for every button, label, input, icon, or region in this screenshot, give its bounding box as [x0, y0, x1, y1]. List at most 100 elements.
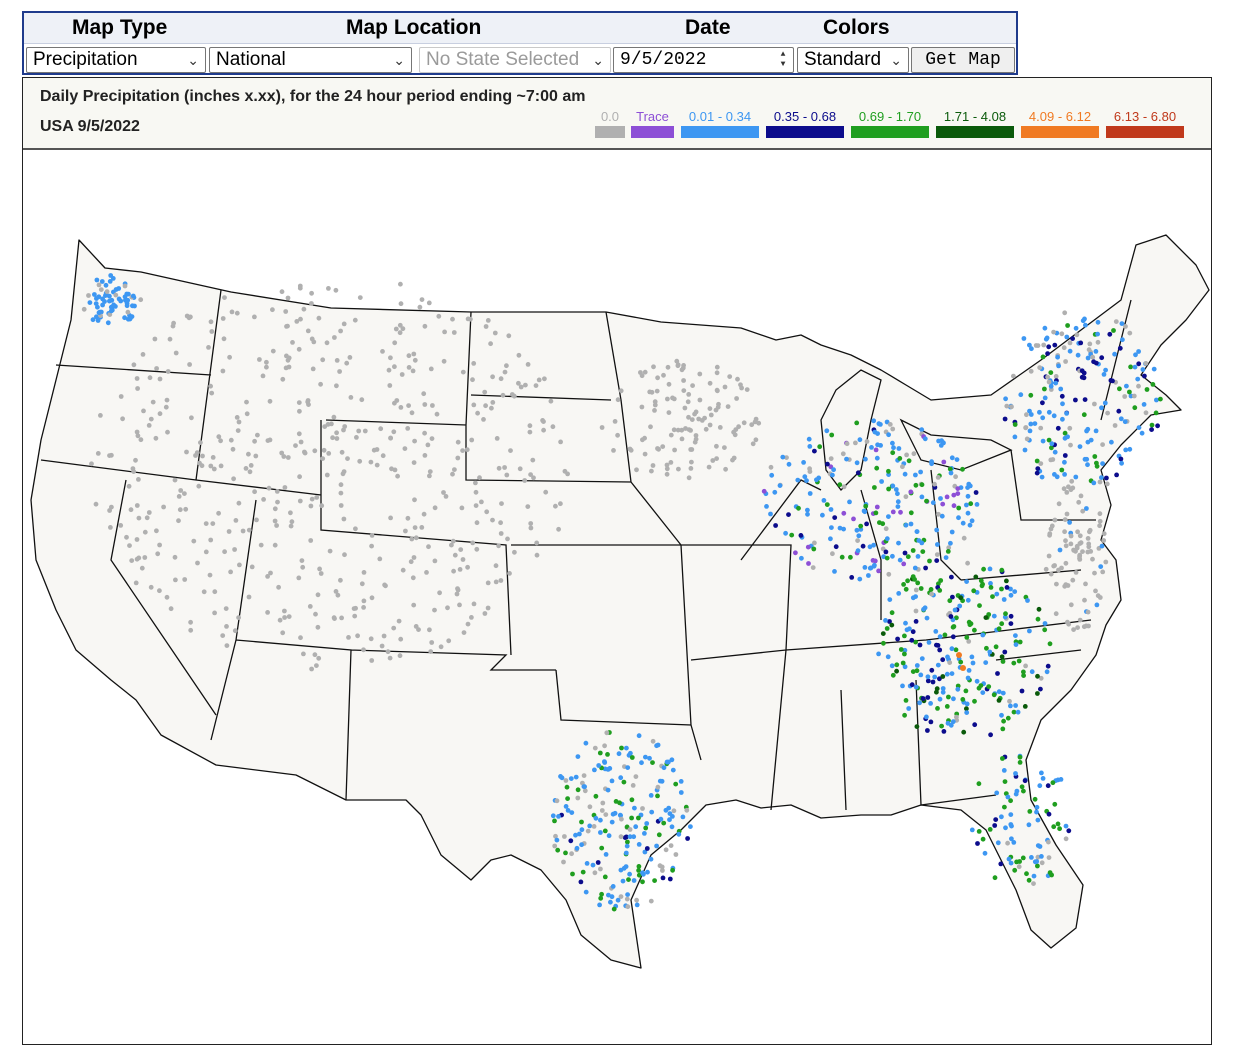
station-marker	[978, 683, 984, 688]
station-marker	[1052, 342, 1058, 348]
station-marker	[1068, 533, 1074, 539]
station-marker	[1085, 549, 1091, 555]
station-marker	[134, 537, 140, 542]
station-marker	[361, 647, 366, 653]
station-marker	[222, 295, 227, 300]
station-marker	[264, 359, 269, 365]
station-marker	[321, 447, 327, 453]
station-marker	[994, 790, 1000, 796]
station-marker	[389, 466, 394, 472]
station-marker	[654, 743, 659, 749]
station-marker	[681, 388, 687, 393]
station-marker	[570, 871, 575, 877]
station-marker	[409, 410, 415, 416]
station-marker	[398, 636, 404, 642]
station-marker	[1012, 867, 1018, 873]
station-marker	[1003, 611, 1008, 617]
station-marker	[969, 654, 975, 660]
station-marker	[605, 752, 610, 757]
station-marker	[1041, 342, 1047, 348]
station-marker	[714, 370, 720, 376]
station-marker	[1067, 340, 1073, 346]
precipitation-map[interactable]	[23, 150, 1211, 1044]
station-marker	[750, 441, 756, 447]
station-marker	[184, 449, 189, 455]
station-marker	[1000, 690, 1006, 696]
station-marker	[624, 843, 630, 849]
station-marker	[884, 555, 890, 561]
station-marker	[1062, 310, 1068, 316]
station-marker	[992, 875, 998, 881]
station-marker	[236, 500, 242, 506]
state-select[interactable]: No State Selected ⌄	[419, 47, 611, 73]
station-marker	[432, 558, 438, 564]
station-marker	[918, 469, 923, 475]
station-marker	[243, 466, 249, 471]
station-marker	[107, 508, 112, 513]
spinner-arrows-icon[interactable]: ▲ ▼	[775, 50, 791, 70]
station-marker	[474, 520, 480, 526]
station-marker	[582, 784, 587, 790]
station-marker	[863, 456, 868, 462]
station-marker	[334, 358, 340, 363]
station-marker	[93, 501, 99, 507]
date-input[interactable]: 9/5/2022 ▲ ▼	[613, 47, 794, 73]
station-marker	[640, 437, 645, 443]
station-marker	[640, 879, 645, 885]
station-marker	[1081, 375, 1087, 381]
station-marker	[611, 906, 617, 912]
station-marker	[857, 437, 863, 443]
station-marker	[661, 765, 667, 771]
map-location-value: National	[216, 49, 286, 70]
station-marker	[661, 372, 666, 378]
station-marker	[933, 629, 939, 634]
station-marker	[593, 793, 599, 799]
station-marker	[905, 578, 910, 584]
station-marker	[934, 527, 940, 533]
station-marker	[330, 435, 335, 441]
station-marker	[879, 479, 884, 484]
get-map-button[interactable]: Get Map	[911, 47, 1015, 73]
station-marker	[832, 569, 837, 574]
station-marker	[716, 401, 721, 407]
station-marker	[773, 523, 778, 528]
station-marker	[886, 468, 891, 474]
station-marker	[1119, 321, 1125, 326]
station-marker	[530, 457, 536, 463]
station-marker	[1048, 526, 1054, 532]
station-marker	[1151, 366, 1157, 372]
station-marker	[987, 827, 993, 832]
station-marker	[660, 875, 666, 881]
station-marker	[104, 289, 110, 294]
station-marker	[1063, 538, 1068, 544]
station-marker	[715, 388, 720, 394]
station-marker	[1104, 475, 1109, 481]
station-marker	[95, 451, 101, 456]
map-location-heading: Map Location	[346, 16, 482, 39]
station-marker	[95, 304, 100, 310]
station-marker	[134, 556, 140, 562]
station-marker	[562, 834, 567, 839]
station-marker	[1029, 855, 1034, 860]
station-marker	[602, 828, 608, 834]
station-marker	[113, 292, 119, 298]
station-marker	[485, 580, 491, 586]
station-marker	[517, 466, 523, 472]
station-marker	[903, 620, 908, 626]
station-marker	[909, 637, 915, 643]
map-type-select[interactable]: Precipitation ⌄	[26, 47, 206, 73]
station-marker	[352, 613, 358, 619]
station-marker	[681, 378, 686, 383]
station-marker	[297, 474, 302, 480]
map-location-select[interactable]: National ⌄	[209, 47, 412, 73]
station-marker	[317, 566, 322, 572]
station-marker	[228, 569, 234, 575]
station-marker	[563, 778, 569, 783]
station-marker	[290, 340, 295, 345]
colors-select[interactable]: Standard ⌄	[797, 47, 909, 73]
station-marker	[1082, 597, 1087, 603]
station-marker	[1038, 425, 1044, 431]
station-marker	[1066, 828, 1072, 834]
station-marker	[575, 754, 581, 759]
station-marker	[629, 797, 635, 803]
